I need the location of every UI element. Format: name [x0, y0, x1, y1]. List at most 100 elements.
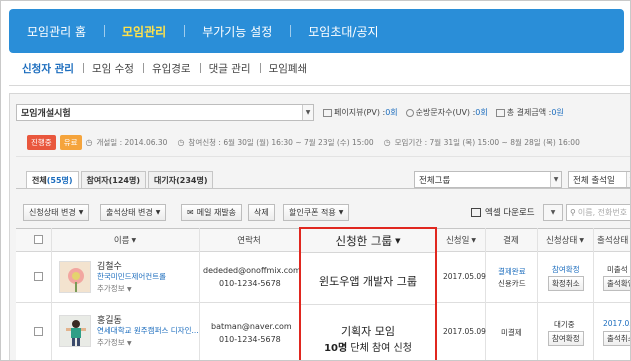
tab-participants[interactable]: 참여자(124명) — [80, 171, 147, 189]
status-badge-paid: 유료 — [59, 135, 82, 150]
topnav-invite-notice[interactable]: 모임초대/공지 — [290, 23, 396, 40]
delete-button[interactable]: 삭제 — [248, 204, 275, 221]
applicant-email: dededed@onoffmix.com — [203, 266, 301, 275]
search-type-select[interactable]: ▼ — [543, 204, 563, 221]
cancel-confirm-button[interactable]: 확정취소 — [548, 276, 584, 291]
avatar — [59, 261, 91, 293]
applicant-phone: 010-1234-5678 — [219, 335, 281, 344]
row-divider — [301, 304, 435, 305]
topnav-home[interactable]: 모임관리 홈 — [9, 23, 104, 40]
stat-visitors: 순방문자수(UV) : 0회 — [405, 107, 488, 118]
mail-icon: ✉ — [187, 208, 194, 217]
excel-icon — [471, 207, 481, 217]
tab-waiting[interactable]: 대기자(234명) — [148, 171, 214, 189]
chevron-down-icon: ▼ — [550, 172, 561, 187]
subnav-comments[interactable]: 댓글 관리 — [199, 61, 260, 76]
column-divider — [51, 228, 52, 360]
payment-status[interactable]: 결제완료 — [498, 266, 526, 277]
sub-navigation: 신청자 관리 모임 수정 유입경로 댓글 관리 모임폐쇄 — [22, 61, 316, 76]
apply-date: 2017.05.09 — [443, 272, 486, 281]
attend-status: 2017.05. — [603, 319, 630, 328]
topnav-meeting-manage[interactable]: 모임관리 — [104, 23, 184, 40]
stat-pageview: 페이지뷰(PV) : 0회 — [323, 107, 398, 118]
chevron-down-icon: ▼ — [626, 172, 630, 187]
header-payment: 결제 — [503, 236, 519, 246]
header-name[interactable]: 이름 ▼ — [51, 228, 199, 252]
group-column-highlight: 신청한 그룹 ▼ 윈도우앱 개발자 그룹 기획자 모임 10명 단체 참여 신청 — [299, 227, 437, 360]
chevron-down-icon: ▼ — [78, 209, 84, 216]
header-date[interactable]: 신청일 ▼ — [437, 228, 485, 252]
applicant-phone: 010-1234-5678 — [219, 279, 281, 288]
chevron-down-icon: ▼ — [131, 236, 137, 244]
check-attend-button[interactable]: 출석확인 — [603, 276, 630, 291]
applied-group: 윈도우앱 개발자 그룹 — [318, 275, 418, 288]
chevron-down-icon: ▼ — [155, 209, 161, 216]
created-date: 개설일 : 2014.06.30 — [96, 138, 168, 147]
applicant-email: batman@naver.com — [211, 322, 292, 331]
attendance-filter-select[interactable]: 전체 출석일 ▼ — [568, 171, 630, 188]
header-status[interactable]: 신청상태 ▼ — [537, 228, 593, 252]
profile-photo-flower — [60, 262, 90, 292]
group-filter-select[interactable]: 전체그룹 ▼ — [414, 171, 562, 188]
chevron-down-icon: ▼ — [338, 209, 344, 216]
row-checkbox[interactable] — [34, 272, 43, 281]
more-info-link[interactable]: 추가정보 ▼ — [97, 283, 132, 294]
chevron-down-icon: ▼ — [127, 340, 132, 347]
applicant-org: 한국미민드제어컨트롤 — [97, 272, 166, 281]
search-input[interactable]: ⚲ 이름, 전화번호 검색 — [566, 204, 630, 221]
header-group[interactable]: 신청한 그룹 ▼ — [301, 229, 435, 253]
clock-icon: ◷ — [177, 138, 185, 147]
subnav-divider — [9, 85, 630, 86]
header-attend[interactable]: 출석상태▼ — [593, 228, 630, 252]
row-checkbox[interactable] — [34, 327, 43, 336]
chevron-down-icon: ▼ — [544, 205, 562, 220]
apply-status: 대기중 — [554, 320, 575, 329]
top-navigation: 모임관리 홈 모임관리 부가기능 설정 모임초대/공지 — [9, 9, 624, 53]
meeting-select[interactable]: 모임개설시험 ▼ — [16, 104, 314, 121]
subnav-close-meeting[interactable]: 모임폐쇄 — [259, 61, 317, 76]
meeting-stats: 페이지뷰(PV) : 0회 순방문자수(UV) : 0회 총 결제금액 : 0원 — [323, 107, 572, 118]
mail-resend-button[interactable]: ✉ 메일 재발송 — [181, 204, 243, 221]
topnav-addon-settings[interactable]: 부가기능 설정 — [184, 23, 290, 40]
payment-status: 미결제 — [501, 328, 522, 337]
profile-photo-person — [60, 316, 90, 346]
apply-date: 2017.05.09 — [443, 327, 486, 336]
chevron-down-icon: ▼ — [127, 286, 132, 293]
meeting-info-row: 진행중 유료 ◷ 개설일 : 2014.06.30 ◷ 참여신청 : 6월 30… — [27, 135, 590, 150]
column-divider — [593, 228, 594, 360]
subnav-inflow[interactable]: 유입경로 — [142, 61, 200, 76]
more-info-link[interactable]: 추가정보 ▼ — [97, 337, 132, 348]
meet-period: 모임기간 : 7월 31일 (목) 15:00 ~ 8월 28일 (목) 16:… — [394, 138, 580, 147]
apply-status: 참여확정 — [552, 265, 580, 274]
subnav-applicant-manage[interactable]: 신청자 관리 — [22, 61, 83, 76]
chevron-down-icon: ▼ — [395, 236, 401, 245]
apply-status-change-button[interactable]: 신청상태 변경 ▼ — [23, 204, 90, 221]
attend-status: 미출석 — [607, 265, 628, 274]
header-contact: 연락처 — [237, 236, 261, 246]
payment-icon — [495, 108, 505, 117]
applicant-org: 연세대학교 원주캠퍼스 디자인... — [97, 326, 199, 335]
monitor-icon — [323, 108, 332, 117]
payment-method: 신용카드 — [498, 279, 526, 288]
apply-period: 참여신청 : 6월 30일 (월) 16:30 ~ 7월 23일 (수) 15:… — [188, 138, 374, 147]
column-divider — [199, 228, 200, 360]
tab-all[interactable]: 전체(55명) — [26, 171, 79, 189]
visitor-icon — [405, 108, 414, 117]
select-all-checkbox[interactable] — [34, 235, 43, 244]
coupon-apply-button[interactable]: 할인쿠폰 적용 ▼ — [283, 204, 350, 221]
avatar — [59, 315, 91, 347]
clock-icon: ◷ — [383, 138, 391, 147]
attend-status-change-button[interactable]: 출석상태 변경 ▼ — [100, 204, 167, 221]
cancel-attend-button[interactable]: 출석취소 — [603, 331, 630, 346]
confirm-participation-button[interactable]: 참여확정 — [548, 331, 584, 346]
tab-divider — [16, 188, 630, 189]
status-badge-ongoing: 진행중 — [27, 135, 56, 150]
applied-group: 기획자 모임 — [340, 325, 396, 338]
meeting-select-value: 모임개설시험 — [21, 109, 71, 119]
applicant-tabs: 전체(55명) 참여자(124명) 대기자(234명) — [26, 171, 215, 189]
chevron-down-icon: ▼ — [579, 236, 584, 244]
subnav-edit-meeting[interactable]: 모임 수정 — [82, 61, 143, 76]
app-frame: 모임관리 홈 모임관리 부가기능 설정 모임초대/공지 신청자 관리 모임 수정… — [0, 0, 631, 361]
info-divider — [16, 156, 630, 157]
excel-download-button[interactable]: 엑셀 다운로드 — [471, 206, 535, 218]
